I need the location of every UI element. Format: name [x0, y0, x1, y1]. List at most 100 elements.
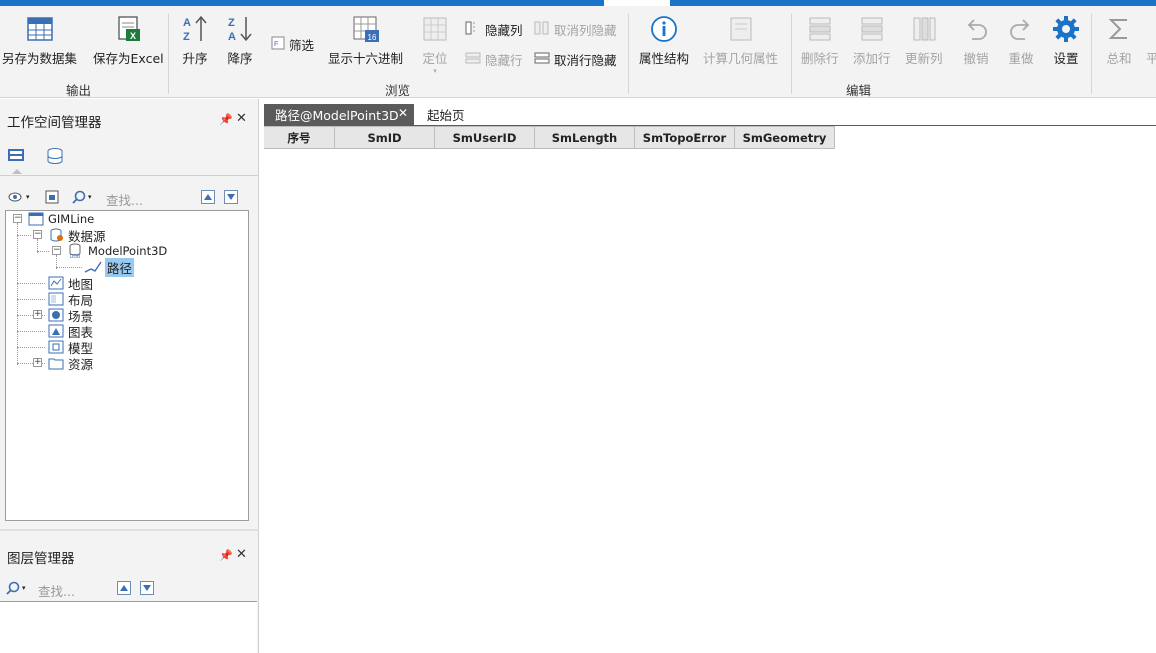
- column-header-index[interactable]: 序号: [264, 127, 335, 148]
- sigma-icon: [1102, 12, 1136, 46]
- layer-search-next-button[interactable]: [140, 581, 154, 595]
- layer-search-input[interactable]: 查找...: [38, 581, 75, 600]
- svg-text:X: X: [130, 31, 136, 41]
- workspace-tab-icon[interactable]: [6, 147, 28, 168]
- calc-geometry-button[interactable]: 计算几何属性: [703, 12, 778, 67]
- search-icon: [72, 190, 86, 204]
- filter-icon: F: [271, 36, 285, 53]
- workspace-search-input[interactable]: 查找...: [106, 190, 143, 209]
- sort-az-icon: AZ: [178, 12, 212, 46]
- hex-table-icon: 16: [349, 12, 383, 46]
- excel-icon: X: [111, 12, 145, 46]
- sort-ascending-button[interactable]: AZ 升序: [178, 12, 212, 67]
- main-area: 路径@ModelPoint3D ✕ 起始页 序号 SmID SmUserID S…: [264, 99, 1156, 653]
- column-header-smtopoerror[interactable]: SmTopoError: [635, 127, 735, 148]
- close-icon[interactable]: ✕: [236, 111, 247, 126]
- unhide-row-icon: [534, 51, 550, 68]
- close-icon[interactable]: ✕: [236, 547, 247, 562]
- search-next-button[interactable]: [224, 190, 238, 204]
- add-row-button[interactable]: 添加行: [853, 12, 891, 67]
- undo-button[interactable]: 撤销: [959, 12, 993, 67]
- sort-descending-button[interactable]: ZA 降序: [223, 12, 257, 67]
- search-icon: [6, 581, 20, 595]
- group-label-output: 输出: [66, 83, 92, 98]
- tree-line: [17, 283, 45, 284]
- arrow-up-icon: [120, 585, 128, 591]
- search-previous-button[interactable]: [201, 190, 215, 204]
- svg-text:Z: Z: [228, 17, 235, 29]
- tree-item-resources[interactable]: 资源: [48, 355, 93, 372]
- column-header-smid[interactable]: SmID: [335, 127, 435, 148]
- hide-row-button[interactable]: 隐藏行: [465, 50, 523, 69]
- chevron-down-icon: ▾: [26, 193, 30, 201]
- locate-table-icon: [418, 12, 452, 46]
- save-as-excel-button[interactable]: X 保存为Excel: [93, 12, 164, 67]
- separator: [791, 14, 792, 94]
- view-options-button[interactable]: ▾: [8, 190, 30, 204]
- udb-datasource-icon: UDB: [69, 243, 81, 259]
- svg-text:UDB: UDB: [70, 254, 81, 259]
- chevron-down-icon: ▾: [433, 67, 437, 75]
- column-header-smlength[interactable]: SmLength: [535, 127, 635, 148]
- average-button-partial[interactable]: 平: [1146, 48, 1156, 67]
- close-tab-icon[interactable]: ✕: [398, 106, 408, 120]
- add-row-icon: [855, 12, 889, 46]
- expand-toggle[interactable]: +: [33, 310, 42, 319]
- delete-row-icon: [803, 12, 837, 46]
- tab-start-page[interactable]: 起始页: [427, 104, 465, 125]
- layer-tree: [0, 601, 257, 653]
- map-icon: [48, 276, 64, 290]
- tree-line: [17, 331, 45, 332]
- layer-search-options-button[interactable]: ▾: [6, 581, 26, 595]
- tree-line: [37, 251, 49, 252]
- svg-text:A: A: [183, 17, 191, 29]
- datasource-tab-icon[interactable]: [44, 147, 66, 168]
- redo-button[interactable]: 重做: [1004, 12, 1038, 67]
- hide-column-button[interactable]: 隐藏列: [465, 20, 523, 39]
- undo-icon: [959, 12, 993, 46]
- layout-icon: [48, 292, 64, 306]
- sum-button[interactable]: 总和: [1102, 12, 1136, 67]
- tree-line: [17, 223, 18, 365]
- arrow-up-icon: [204, 194, 212, 200]
- svg-text:F: F: [274, 41, 278, 48]
- unhide-row-button[interactable]: 取消行隐藏: [534, 50, 617, 69]
- column-header-smgeometry[interactable]: SmGeometry: [735, 127, 835, 148]
- panel-splitter[interactable]: [0, 529, 259, 531]
- collapse-toggle[interactable]: −: [52, 246, 61, 255]
- tree-line: [56, 267, 82, 268]
- chart-icon: [48, 324, 64, 338]
- separator: [168, 14, 169, 94]
- tree-line: [17, 235, 31, 236]
- tab-attribute-table[interactable]: 路径@ModelPoint3D ✕: [264, 104, 414, 125]
- unhide-column-icon: [534, 21, 550, 38]
- eye-icon: [8, 192, 22, 202]
- svg-text:Z: Z: [183, 31, 190, 43]
- show-hex-button[interactable]: 16 显示十六进制: [328, 12, 403, 67]
- layer-search-previous-button[interactable]: [117, 581, 131, 595]
- pin-icon[interactable]: 📌: [219, 549, 233, 562]
- locate-button[interactable]: 定位 ▾: [418, 12, 452, 75]
- hide-row-icon: [465, 51, 481, 68]
- delete-row-button[interactable]: 删除行: [801, 12, 839, 67]
- filter-button[interactable]: F 筛选: [271, 35, 314, 54]
- collapse-toggle[interactable]: −: [33, 230, 42, 239]
- pin-icon[interactable]: 📌: [219, 113, 233, 126]
- attribute-structure-button[interactable]: 属性结构: [639, 12, 689, 67]
- arrow-down-icon: [143, 585, 151, 591]
- collapse-toggle[interactable]: −: [13, 214, 22, 223]
- save-as-dataset-button[interactable]: 另存为数据集: [2, 12, 77, 67]
- settings-button[interactable]: 设置: [1049, 12, 1083, 67]
- search-options-button[interactable]: ▾: [72, 190, 92, 204]
- left-panel: 工作空间管理器 📌 ✕ ▾ ▾ 查找... − GIMLine − 数据源 − …: [0, 99, 259, 653]
- workspace-tree: − GIMLine − 数据源 − UDB ModelPoint3D 路径 地图…: [5, 210, 249, 521]
- expand-toggle[interactable]: +: [33, 358, 42, 367]
- redo-icon: [1004, 12, 1038, 46]
- tree-item-datasources[interactable]: 数据源: [48, 227, 106, 244]
- update-column-button[interactable]: 更新列: [905, 12, 943, 67]
- column-header-smuserid[interactable]: SmUserID: [435, 127, 535, 148]
- open-workspace-icon[interactable]: [44, 189, 60, 208]
- arrow-down-icon: [227, 194, 235, 200]
- chevron-down-icon: ▾: [88, 193, 92, 201]
- unhide-column-button[interactable]: 取消列隐藏: [534, 20, 617, 39]
